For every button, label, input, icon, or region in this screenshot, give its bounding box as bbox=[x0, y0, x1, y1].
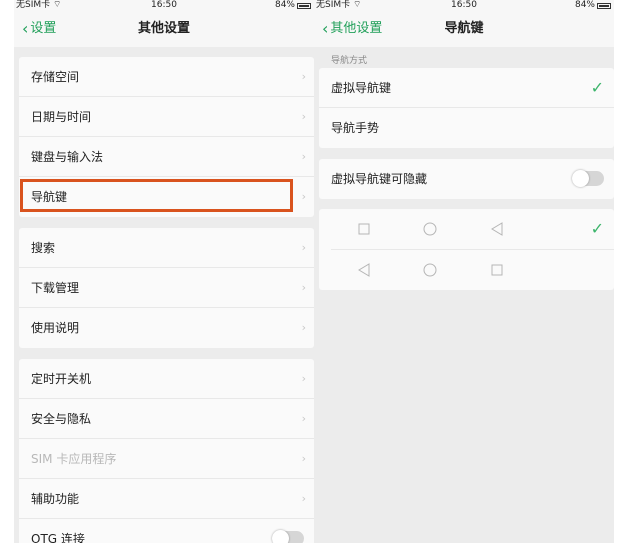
settings-item-keyboard[interactable]: 键盘与输入法 › bbox=[19, 137, 314, 177]
clock-text: 16:50 bbox=[151, 0, 177, 10]
settings-group-3: 定时开关机 › 安全与隐私 › SIM 卡应用程序 › 辅助功能 › OTG 连… bbox=[19, 359, 314, 543]
settings-item-date-time[interactable]: 日期与时间 › bbox=[19, 97, 314, 137]
chevron-right-icon: › bbox=[301, 150, 306, 163]
triangle-left-icon bbox=[490, 222, 504, 236]
settings-item-search[interactable]: 搜索 › bbox=[19, 228, 314, 268]
battery-percent: 84% bbox=[274, 0, 295, 10]
option-gestures[interactable]: 导航手势 bbox=[319, 108, 614, 148]
hide-keys-group: 虚拟导航键可隐藏 bbox=[319, 159, 614, 199]
chevron-right-icon: › bbox=[301, 372, 306, 385]
nav-keys-highlight-box bbox=[20, 179, 293, 212]
chevron-right-icon: › bbox=[301, 110, 306, 123]
nav-mode-group: 虚拟导航键 ✓ 导航手势 bbox=[319, 68, 614, 148]
hide-virtual-keys-row[interactable]: 虚拟导航键可隐藏 bbox=[319, 159, 614, 199]
option-virtual-keys[interactable]: 虚拟导航键 ✓ bbox=[319, 68, 614, 108]
status-bar: 无SIM卡 ⌔ 16:50 84% bbox=[314, 0, 614, 11]
page-title: 其他设置 bbox=[137, 21, 190, 36]
settings-item-accessibility[interactable]: 辅助功能 › bbox=[19, 479, 314, 519]
settings-item-manual[interactable]: 使用说明 › bbox=[19, 308, 314, 348]
settings-group-2: 搜索 › 下载管理 › 使用说明 › bbox=[19, 228, 314, 348]
hide-keys-toggle[interactable] bbox=[572, 170, 604, 187]
otg-toggle[interactable] bbox=[272, 530, 304, 543]
chevron-right-icon: › bbox=[301, 190, 306, 203]
chevron-right-icon: › bbox=[301, 452, 306, 465]
settings-item-storage[interactable]: 存储空间 › bbox=[19, 57, 314, 97]
chevron-right-icon: › bbox=[301, 492, 306, 505]
toggle-knob bbox=[272, 530, 289, 543]
nav-keys-screen: 无SIM卡 ⌔ 16:50 84% ‹ 其他设置 导航键 导航方式 虚拟导航键 … bbox=[314, 0, 614, 543]
checkmark-icon: ✓ bbox=[590, 78, 604, 97]
settings-item-downloads[interactable]: 下载管理 › bbox=[19, 268, 314, 308]
settings-item-security[interactable]: 安全与隐私 › bbox=[19, 399, 314, 439]
battery-icon bbox=[297, 2, 311, 9]
page-title: 导航键 bbox=[444, 21, 484, 36]
other-settings-screen: 无SIM卡 ⌔ 16:50 84% ‹ 设置 其他设置 存储空间 › 日期与时间… bbox=[14, 0, 314, 543]
settings-item-scheduled-power[interactable]: 定时开关机 › bbox=[19, 359, 314, 399]
toggle-knob bbox=[572, 170, 589, 187]
settings-item-otg[interactable]: OTG 连接 bbox=[19, 519, 314, 543]
clock-text: 16:50 bbox=[451, 0, 477, 10]
triangle-left-icon bbox=[357, 263, 371, 277]
settings-item-sim-apps: SIM 卡应用程序 › bbox=[19, 439, 314, 479]
checkmark-icon: ✓ bbox=[590, 219, 604, 238]
chevron-right-icon: › bbox=[301, 321, 306, 334]
section-label: 导航方式 bbox=[331, 56, 368, 66]
chevron-right-icon: › bbox=[301, 281, 306, 294]
square-icon bbox=[490, 263, 504, 277]
square-icon bbox=[357, 222, 371, 236]
chevron-right-icon: › bbox=[301, 412, 306, 425]
chevron-right-icon: › bbox=[301, 241, 306, 254]
key-layout-group: ✓ bbox=[319, 209, 614, 290]
battery-percent: 84% bbox=[574, 0, 595, 10]
circle-icon bbox=[423, 222, 437, 236]
nav-bar: ‹ 设置 其他设置 bbox=[14, 11, 314, 47]
circle-icon bbox=[423, 263, 437, 277]
nav-bar: ‹ 其他设置 导航键 bbox=[314, 11, 614, 47]
battery-icon bbox=[597, 2, 611, 9]
key-layout-option-1[interactable]: ✓ bbox=[319, 209, 614, 249]
chevron-right-icon: › bbox=[301, 70, 306, 83]
key-layout-option-2[interactable] bbox=[319, 250, 614, 290]
status-bar: 无SIM卡 ⌔ 16:50 84% bbox=[14, 0, 314, 11]
